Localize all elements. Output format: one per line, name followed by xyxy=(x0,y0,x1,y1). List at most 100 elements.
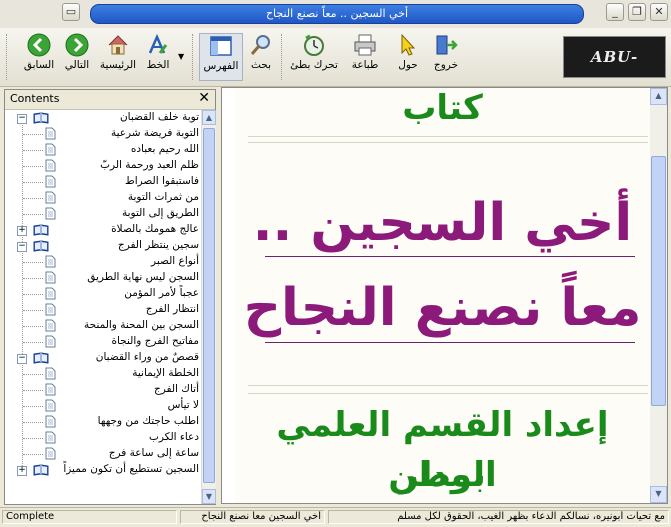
tree-connector xyxy=(23,198,43,199)
tree-item-label: الله رحيم بعباده xyxy=(130,143,199,155)
tree-item-label: دعاء الكرب xyxy=(148,431,199,443)
tree-item-label: أتاك الفرج xyxy=(153,383,199,395)
expand-toggle-icon[interactable]: + xyxy=(17,226,27,236)
tree-book-item[interactable]: − توبة خلف القضبان xyxy=(5,110,201,126)
tree-item-label: انتظار الفرج xyxy=(145,303,199,315)
tree-page-item[interactable]: أتاك الفرج xyxy=(5,382,201,398)
scroll-down-icon[interactable]: ▼ xyxy=(202,489,216,504)
toolbar-grip xyxy=(6,34,10,80)
contents-close-button[interactable]: ✕ xyxy=(198,90,210,106)
page-icon xyxy=(45,399,56,412)
expand-toggle-icon[interactable]: + xyxy=(17,466,27,476)
tree-page-item[interactable]: فاستبقوا الصراط xyxy=(5,174,201,190)
tree-page-item[interactable]: مفاتيح الفرج والنجاة xyxy=(5,334,201,350)
book-open-icon xyxy=(33,112,49,124)
tree-connector xyxy=(23,182,43,183)
close-window-button[interactable]: ✕ xyxy=(650,3,668,21)
tree-connector xyxy=(23,390,43,391)
tree-page-item[interactable]: ظلم العبد ورحمة الربّ xyxy=(5,158,201,174)
page-icon xyxy=(45,383,56,396)
collapse-toggle-icon[interactable]: − xyxy=(17,354,27,364)
tree-item-label: ساعة إلى ساعة فرج xyxy=(108,447,199,459)
tree-item-label: الطريق إلى التوبة xyxy=(121,207,199,219)
tree-connector xyxy=(23,166,43,167)
book-page: كتاب أخي السجين .. معاً نصنع النجاح إعدا… xyxy=(235,88,650,503)
book-label: كتاب xyxy=(402,88,483,128)
timer-icon xyxy=(304,34,324,56)
tree-connector xyxy=(23,326,43,327)
scroll-thumb[interactable] xyxy=(203,128,215,483)
tree-item-label: السجن بين المحنة والمنحة xyxy=(84,319,199,331)
forward-button[interactable]: التالي xyxy=(60,33,94,81)
forward-arrow-icon xyxy=(65,33,89,57)
tree-page-item[interactable]: ساعة إلى ساعة فرج xyxy=(5,446,201,462)
pointer-help-icon xyxy=(401,33,416,56)
section-divider xyxy=(248,393,648,394)
scroll-down-icon[interactable]: ▼ xyxy=(650,486,667,503)
system-menu-icon[interactable]: ▭ xyxy=(62,3,80,21)
scroll-up-icon[interactable]: ▲ xyxy=(650,88,667,105)
tree-connector xyxy=(23,278,43,279)
prepared-by-line-2: الوطن xyxy=(388,455,497,495)
tree-page-item[interactable]: انتظار الفرج xyxy=(5,302,201,318)
tree-item-label: عجباً لأمر المؤمن xyxy=(124,287,199,299)
tree-page-item[interactable]: الخلطة الإيمانية xyxy=(5,366,201,382)
tree-page-item[interactable]: اطلب حاجتك من وجهها xyxy=(5,414,201,430)
tree-page-item[interactable]: لا تيأس xyxy=(5,398,201,414)
window-title: أخي السجين .. معاً نصنع النجاح xyxy=(90,4,584,24)
tree-item-label: من ثمرات التوبة xyxy=(127,191,199,203)
tree-page-item[interactable]: دعاء الكرب xyxy=(5,430,201,446)
restore-window-button[interactable]: ❐ xyxy=(628,3,646,21)
tree-page-item[interactable]: الله رحيم بعباده xyxy=(5,142,201,158)
home-label: الرئيسية xyxy=(99,59,137,71)
tree-book-item[interactable]: + السجين تستطيع أن تكون مميزاً xyxy=(5,462,201,478)
search-button[interactable]: بحث xyxy=(246,33,276,81)
page-icon xyxy=(45,191,56,204)
scroll-thumb[interactable] xyxy=(651,156,666,406)
collapse-toggle-icon[interactable]: − xyxy=(17,114,27,124)
back-button[interactable]: السابق xyxy=(22,33,56,81)
scroll-up-icon[interactable]: ▲ xyxy=(202,110,216,125)
tree-page-item[interactable]: السجن ليس نهاية الطريق xyxy=(5,270,201,286)
tree-connector xyxy=(23,150,43,151)
tree-book-item[interactable]: − قصصٌ من وراء القضبان xyxy=(5,350,201,366)
content-scrollbar[interactable]: ▲ ▼ xyxy=(650,88,667,503)
tree-page-item[interactable]: الطريق إلى التوبة xyxy=(5,206,201,222)
contents-scrollbar[interactable]: ▲ ▼ xyxy=(201,110,216,504)
page-icon xyxy=(45,431,56,444)
tree-page-item[interactable]: من ثمرات التوبة xyxy=(5,190,201,206)
font-dropdown-icon[interactable]: ▼ xyxy=(178,52,184,61)
book-open-icon xyxy=(33,240,49,252)
slow-move-button[interactable]: تحرك بطئ xyxy=(287,33,341,81)
tree-item-label: عالج همومك بالصلاة xyxy=(111,223,199,235)
index-button[interactable]: الفهرس xyxy=(199,33,243,81)
tree-connector xyxy=(23,134,43,135)
tree-book-item[interactable]: − سجين ينتظر الفرج xyxy=(5,238,201,254)
about-button[interactable]: حول xyxy=(391,33,425,81)
page-icon xyxy=(45,415,56,428)
font-button[interactable]: الخط xyxy=(142,33,174,81)
print-button[interactable]: طباعة xyxy=(345,33,385,81)
tree-connector xyxy=(23,438,43,439)
search-label: بحث xyxy=(250,59,271,71)
tree-item-label: السجين تستطيع أن تكون مميزاً xyxy=(63,463,199,475)
page-icon xyxy=(45,367,56,380)
tree-page-item[interactable]: التوبة فريضة شرعية xyxy=(5,126,201,142)
tree-page-item[interactable]: أنواع الصبر xyxy=(5,254,201,270)
title-line-1: أخي السجين .. xyxy=(252,193,633,253)
printer-icon xyxy=(354,34,376,56)
tree-item-label: الخلطة الإيمانية xyxy=(132,367,199,379)
home-button[interactable]: الرئيسية xyxy=(98,33,138,81)
collapse-toggle-icon[interactable]: − xyxy=(17,242,27,252)
tree-page-item[interactable]: السجن بين المحنة والمنحة xyxy=(5,318,201,334)
tree-book-item[interactable]: + عالج همومك بالصلاة xyxy=(5,222,201,238)
page-icon xyxy=(45,159,56,172)
minimize-window-button[interactable]: _ xyxy=(606,3,624,21)
tree-connector xyxy=(23,262,43,263)
tree-page-item[interactable]: عجباً لأمر المؤمن xyxy=(5,286,201,302)
status-message: مع تحيات أبونيره، نسألكم الدعاء بظهر الغ… xyxy=(328,510,669,524)
tree-item-label: لا تيأس xyxy=(167,399,199,411)
exit-button[interactable]: خروج xyxy=(429,33,463,81)
tree-item-label: أنواع الصبر xyxy=(151,255,199,267)
page-icon xyxy=(45,255,56,268)
